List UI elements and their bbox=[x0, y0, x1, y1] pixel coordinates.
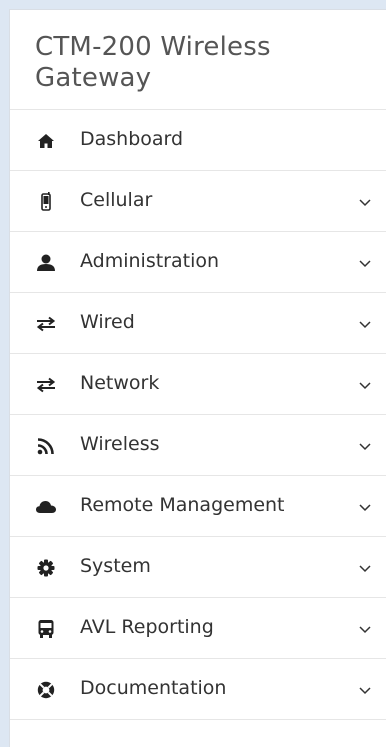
sidebar-nav: Dashboard Cellular Administration Wired … bbox=[10, 110, 386, 720]
sidebar-item-label: AVL Reporting bbox=[80, 616, 214, 638]
sidebar-item-label: Wired bbox=[80, 311, 135, 333]
sidebar-item-wireless[interactable]: Wireless bbox=[10, 415, 386, 476]
chevron-down-icon bbox=[358, 563, 372, 573]
wifi-signal-icon bbox=[35, 436, 57, 456]
life-ring-icon bbox=[35, 680, 57, 700]
gear-icon bbox=[35, 558, 57, 578]
sidebar-item-label: Network bbox=[80, 372, 160, 394]
mobile-phone-icon bbox=[35, 192, 57, 212]
chevron-down-icon bbox=[358, 319, 372, 329]
sidebar-item-dashboard[interactable]: Dashboard bbox=[10, 110, 386, 171]
page-background: CTM-200 Wireless Gateway Dashboard Cellu… bbox=[0, 0, 386, 747]
brand-title-line1: CTM-200 Wireless bbox=[35, 32, 271, 62]
sidebar-item-cellular[interactable]: Cellular bbox=[10, 171, 386, 232]
sidebar-panel: CTM-200 Wireless Gateway Dashboard Cellu… bbox=[9, 9, 386, 747]
sidebar-item-label: Administration bbox=[80, 250, 220, 272]
brand-title-line2: Gateway bbox=[35, 63, 152, 93]
chevron-down-icon bbox=[358, 624, 372, 634]
sidebar-item-documentation[interactable]: Documentation bbox=[10, 659, 386, 720]
home-icon bbox=[35, 131, 57, 151]
sidebar-item-network[interactable]: Network bbox=[10, 354, 386, 415]
sidebar-item-label: Wireless bbox=[80, 433, 160, 455]
sidebar-item-wired[interactable]: Wired bbox=[10, 293, 386, 354]
sidebar-item-label: Documentation bbox=[80, 677, 227, 699]
sidebar-item-label: Dashboard bbox=[80, 128, 184, 150]
sidebar-item-administration[interactable]: Administration bbox=[10, 232, 386, 293]
chevron-down-icon bbox=[358, 685, 372, 695]
sidebar-item-label: System bbox=[80, 555, 151, 577]
sidebar-item-label: Remote Management bbox=[80, 494, 285, 516]
sidebar-item-remote-management[interactable]: Remote Management bbox=[10, 476, 386, 537]
exchange-arrows-icon bbox=[35, 375, 57, 395]
sidebar-item-label: Cellular bbox=[80, 189, 153, 211]
chevron-down-icon bbox=[358, 258, 372, 268]
brand-title: CTM-200 Wireless Gateway bbox=[10, 10, 386, 110]
chevron-down-icon bbox=[358, 197, 372, 207]
user-icon bbox=[35, 253, 57, 273]
chevron-down-icon bbox=[358, 380, 372, 390]
chevron-down-icon bbox=[358, 502, 372, 512]
sidebar-item-system[interactable]: System bbox=[10, 537, 386, 598]
bus-icon bbox=[35, 619, 57, 639]
exchange-arrows-icon bbox=[35, 314, 57, 334]
sidebar-item-avl-reporting[interactable]: AVL Reporting bbox=[10, 598, 386, 659]
chevron-down-icon bbox=[358, 441, 372, 451]
cloud-icon bbox=[35, 497, 57, 517]
